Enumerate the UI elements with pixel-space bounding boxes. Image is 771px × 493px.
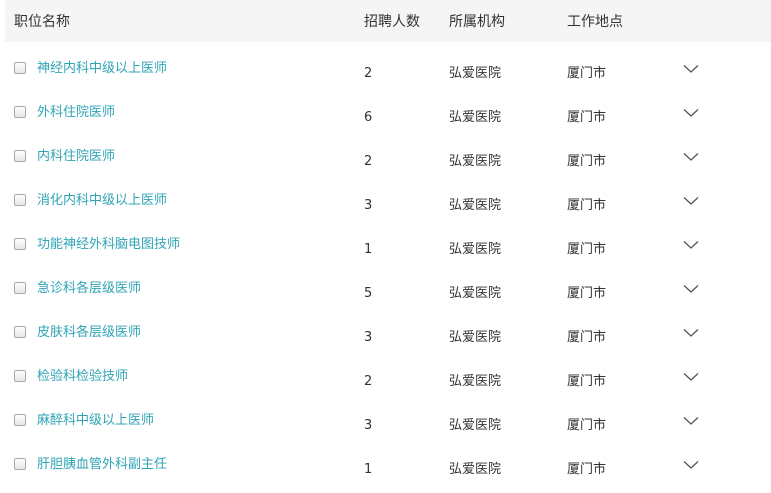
- work-location: 厦门市: [567, 242, 607, 257]
- row-select-checkbox[interactable]: [14, 194, 26, 206]
- chevron-down-icon[interactable]: [683, 328, 699, 338]
- table-row: 麻醉科中级以上医师 3 弘爱医院 厦门市: [5, 399, 771, 443]
- row-select-checkbox[interactable]: [14, 282, 26, 294]
- organization: 弘爱医院: [449, 374, 502, 389]
- work-location: 厦门市: [567, 374, 607, 389]
- table-row: 内科住院医师 2 弘爱医院 厦门市: [5, 135, 771, 179]
- work-location: 厦门市: [567, 286, 607, 301]
- header-hiring-count: 招聘人数: [364, 14, 420, 30]
- table-row: 神经内科中级以上医师 2 弘爱医院 厦门市: [5, 47, 771, 91]
- chevron-down-icon[interactable]: [683, 152, 699, 162]
- hiring-count: 1: [364, 242, 373, 257]
- row-select-checkbox[interactable]: [14, 238, 26, 250]
- table-row: 功能神经外科脑电图技师 1 弘爱医院 厦门市: [5, 223, 771, 267]
- organization: 弘爱医院: [449, 154, 502, 169]
- chevron-down-icon[interactable]: [683, 284, 699, 294]
- row-select-checkbox[interactable]: [14, 458, 26, 470]
- chevron-down-icon[interactable]: [683, 108, 699, 118]
- chevron-down-icon[interactable]: [683, 416, 699, 426]
- job-title-link[interactable]: 肝胆胰血管外科副主任: [37, 456, 167, 474]
- work-location: 厦门市: [567, 154, 607, 169]
- job-title-link[interactable]: 检验科检验技师: [37, 368, 128, 386]
- work-location: 厦门市: [567, 418, 607, 433]
- hiring-count: 3: [364, 330, 373, 345]
- header-location: 工作地点: [567, 14, 623, 30]
- work-location: 厦门市: [567, 462, 607, 477]
- table-row: 急诊科各层级医师 5 弘爱医院 厦门市: [5, 267, 771, 311]
- job-table: 职位名称 招聘人数 所属机构 工作地点 神经内科中级以上医师 2 弘爱医院 厦门市 外科…: [5, 0, 771, 487]
- job-title-link[interactable]: 皮肤科各层级医师: [37, 324, 141, 342]
- row-select-checkbox[interactable]: [14, 62, 26, 74]
- table-body: 神经内科中级以上医师 2 弘爱医院 厦门市 外科住院医师 6 弘爱医院 厦门市 内科住院医师 2 弘…: [5, 47, 771, 487]
- job-title-link[interactable]: 消化内科中级以上医师: [37, 192, 167, 210]
- hiring-count: 5: [364, 286, 373, 301]
- row-select-checkbox[interactable]: [14, 326, 26, 338]
- organization: 弘爱医院: [449, 198, 502, 213]
- job-title-link[interactable]: 神经内科中级以上医师: [37, 60, 167, 78]
- organization: 弘爱医院: [449, 286, 502, 301]
- organization: 弘爱医院: [449, 462, 502, 477]
- organization: 弘爱医院: [449, 110, 502, 125]
- job-title-link[interactable]: 内科住院医师: [37, 148, 115, 166]
- row-select-checkbox[interactable]: [14, 370, 26, 382]
- hiring-count: 6: [364, 110, 373, 125]
- chevron-down-icon[interactable]: [683, 460, 699, 470]
- organization: 弘爱医院: [449, 66, 502, 81]
- header-organization: 所属机构: [449, 14, 505, 30]
- row-select-checkbox[interactable]: [14, 150, 26, 162]
- work-location: 厦门市: [567, 330, 607, 345]
- work-location: 厦门市: [567, 110, 607, 125]
- table-row: 外科住院医师 6 弘爱医院 厦门市: [5, 91, 771, 135]
- organization: 弘爱医院: [449, 330, 502, 345]
- row-select-checkbox[interactable]: [14, 106, 26, 118]
- chevron-down-icon[interactable]: [683, 64, 699, 74]
- table-row: 皮肤科各层级医师 3 弘爱医院 厦门市: [5, 311, 771, 355]
- job-title-link[interactable]: 麻醉科中级以上医师: [37, 412, 154, 430]
- hiring-count: 2: [364, 154, 373, 169]
- chevron-down-icon[interactable]: [683, 240, 699, 250]
- table-header: 职位名称 招聘人数 所属机构 工作地点: [5, 0, 771, 42]
- hiring-count: 1: [364, 462, 373, 477]
- chevron-down-icon[interactable]: [683, 196, 699, 206]
- table-row: 检验科检验技师 2 弘爱医院 厦门市: [5, 355, 771, 399]
- table-row: 肝胆胰血管外科副主任 1 弘爱医院 厦门市: [5, 443, 771, 487]
- work-location: 厦门市: [567, 66, 607, 81]
- hiring-count: 3: [364, 418, 373, 433]
- hiring-count: 3: [364, 198, 373, 213]
- organization: 弘爱医院: [449, 242, 502, 257]
- organization: 弘爱医院: [449, 418, 502, 433]
- hiring-count: 2: [364, 374, 373, 389]
- job-title-link[interactable]: 外科住院医师: [37, 104, 115, 122]
- table-row: 消化内科中级以上医师 3 弘爱医院 厦门市: [5, 179, 771, 223]
- work-location: 厦门市: [567, 198, 607, 213]
- hiring-count: 2: [364, 66, 373, 81]
- job-title-link[interactable]: 功能神经外科脑电图技师: [37, 236, 180, 254]
- row-select-checkbox[interactable]: [14, 414, 26, 426]
- chevron-down-icon[interactable]: [683, 372, 699, 382]
- header-job-title: 职位名称: [14, 14, 70, 30]
- job-title-link[interactable]: 急诊科各层级医师: [37, 280, 141, 298]
